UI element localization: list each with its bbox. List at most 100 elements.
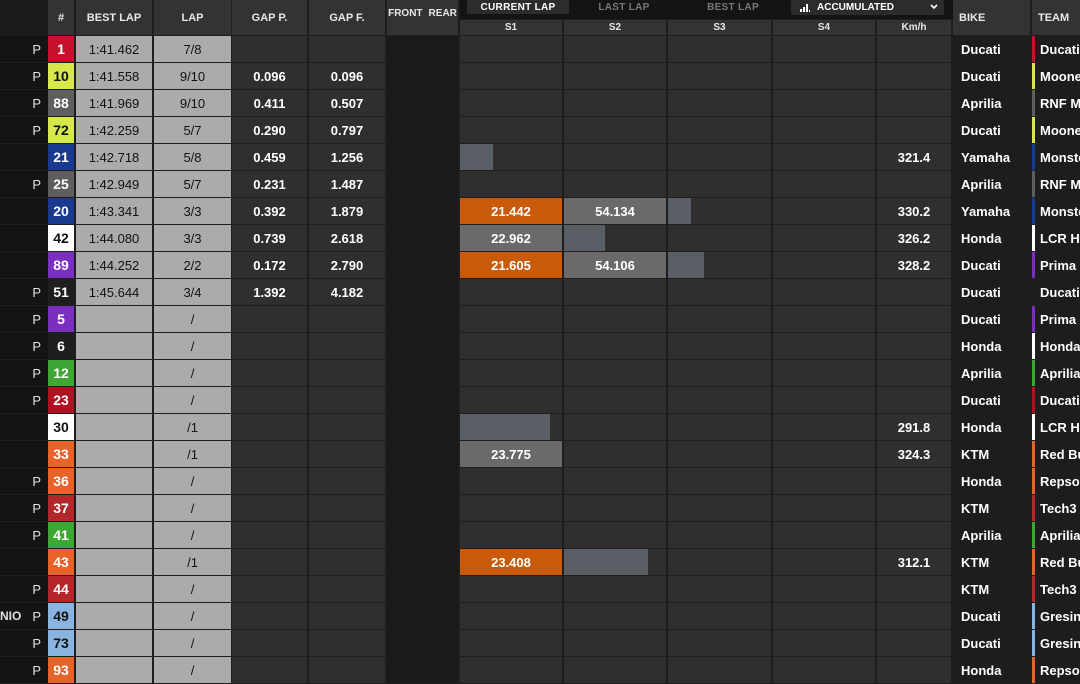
rider-number[interactable]: 72: [48, 117, 74, 143]
rider-number[interactable]: 51: [48, 279, 74, 305]
table-row[interactable]: P 41 / Aprilia Aprilia: [0, 522, 1080, 549]
status-cell: P: [0, 63, 48, 89]
status-cell: P: [0, 279, 48, 305]
table-row[interactable]: P 1 1:41.462 7/8 Ducati Ducati: [0, 36, 1080, 63]
speed-cell: 324.3: [877, 441, 951, 467]
status-cell: [0, 252, 48, 278]
bike-cell: Yamaha: [953, 144, 1030, 170]
table-row[interactable]: P 36 / Honda Repsol: [0, 468, 1080, 495]
sector-s1-cell: [460, 657, 562, 683]
tab-best-lap[interactable]: BEST LAP: [679, 0, 787, 14]
sector-s2-cell: [564, 144, 666, 170]
sector-s4-cell: [773, 225, 875, 251]
rider-number[interactable]: 10: [48, 63, 74, 89]
rider-number[interactable]: 37: [48, 495, 74, 521]
table-row[interactable]: P 73 / Ducati Gresini: [0, 630, 1080, 657]
table-row[interactable]: NIO P 49 / Ducati Gresini: [0, 603, 1080, 630]
rider-number[interactable]: 89: [48, 252, 74, 278]
tyre-cell: [387, 603, 458, 629]
team-name: Prima F: [1040, 257, 1080, 273]
gap-first-cell: 4.182: [309, 279, 385, 305]
rider-number[interactable]: 6: [48, 333, 74, 359]
rider-number[interactable]: 41: [48, 522, 74, 548]
tyre-cell: [387, 522, 458, 548]
team-name: Tech3 (: [1040, 500, 1080, 516]
table-row[interactable]: P101:41.5589/100.0960.096DucatiMooney: [0, 63, 1080, 90]
gap-first-cell: [309, 549, 385, 575]
table-row[interactable]: P 12 / Aprilia Aprilia: [0, 360, 1080, 387]
tab-current-lap[interactable]: CURRENT LAP: [467, 0, 569, 14]
table-row[interactable]: 30/1 291.8Honda LCR Ho: [0, 414, 1080, 441]
table-row[interactable]: 211:42.7185/80.4591.256 321.4Yamaha Monste: [0, 144, 1080, 171]
team-cell: LCR Ho: [1032, 225, 1080, 251]
lap-count-cell: 3/4: [154, 279, 231, 305]
table-row[interactable]: P 44 / KTM Tech3 (: [0, 576, 1080, 603]
table-row[interactable]: P 721:42.2595/70.2900.797 Ducati Mooney: [0, 117, 1080, 144]
gap-previous-cell: [232, 387, 307, 413]
team-cell: Aprilia: [1032, 360, 1080, 386]
tab-last-lap[interactable]: LAST LAP: [573, 0, 675, 14]
rider-number[interactable]: 44: [48, 576, 74, 602]
lap-count-cell: /: [154, 657, 231, 683]
status-cell: NIO P: [0, 603, 48, 629]
rider-number[interactable]: 88: [48, 90, 74, 116]
gap-first-cell: [309, 360, 385, 386]
table-row[interactable]: P 881:41.9699/100.4110.507 Aprilia RNF Mo: [0, 90, 1080, 117]
tyre-cell: [387, 198, 458, 224]
rider-number[interactable]: 5: [48, 306, 74, 332]
rider-number[interactable]: 93: [48, 657, 74, 683]
table-row[interactable]: 43/1 23.408 312.1KTM Red Bu: [0, 549, 1080, 576]
rider-number[interactable]: 36: [48, 468, 74, 494]
rider-number[interactable]: 49: [48, 603, 74, 629]
rider-number[interactable]: 21: [48, 144, 74, 170]
speed-cell: [877, 657, 951, 683]
sector-s2-cell: [564, 549, 666, 575]
table-row[interactable]: P 251:42.9495/70.2311.487 Aprilia RNF Mo: [0, 171, 1080, 198]
team-name: Prima F: [1040, 311, 1080, 327]
gap-previous-cell: 0.096: [232, 63, 307, 89]
sector-s4-cell: [773, 252, 875, 278]
lap-count-cell: 3/3: [154, 225, 231, 251]
gap-previous-cell: [232, 333, 307, 359]
status-cell: P: [0, 495, 48, 521]
sector-s3-cell: [668, 279, 771, 305]
table-row[interactable]: P 93 / Honda Repsol: [0, 657, 1080, 684]
table-row[interactable]: P 6 / Honda Honda: [0, 333, 1080, 360]
table-row[interactable]: 89 1:44.252 2/2 0.172 2.790 21.605 54.106 328.2…: [0, 252, 1080, 279]
table-row[interactable]: 33/1 23.775 324.3KTM Red Bu: [0, 441, 1080, 468]
status-cell: P: [0, 36, 48, 62]
accumulated-select[interactable]: ACCUMULATED: [791, 0, 944, 15]
rider-number[interactable]: 25: [48, 171, 74, 197]
sector-s3-cell: [668, 387, 771, 413]
rider-number[interactable]: 73: [48, 630, 74, 656]
table-row[interactable]: P 51 1:45.644 3/4 1.392 4.182 Ducati Ducati: [0, 279, 1080, 306]
header-best-lap: BEST LAP: [76, 0, 152, 35]
rider-number[interactable]: 12: [48, 360, 74, 386]
table-row[interactable]: 42 1:44.080 3/3 0.739 2.618 22.962 326.2 Honda L…: [0, 225, 1080, 252]
table-row[interactable]: P5 / Ducati Prima F: [0, 306, 1080, 333]
sector-s1-cell: [460, 576, 562, 602]
sector-s2-bar: 54.106: [564, 252, 666, 278]
lap-count-cell: /: [154, 333, 231, 359]
bike-cell: Ducati: [953, 387, 1030, 413]
rider-number[interactable]: 42: [48, 225, 74, 251]
rider-number[interactable]: 1: [48, 36, 74, 62]
bike-cell: Ducati: [953, 306, 1030, 332]
tyre-cell: [387, 576, 458, 602]
bike-cell: Ducati: [953, 36, 1030, 62]
sector-s1-cell: 23.408: [460, 549, 562, 575]
table-row[interactable]: P 37 / KTM Tech3 (: [0, 495, 1080, 522]
tyre-cell: [387, 306, 458, 332]
sector-s2-cell: 54.106: [564, 252, 666, 278]
bike-cell: Yamaha: [953, 198, 1030, 224]
rider-number[interactable]: 30: [48, 414, 74, 440]
bike-cell: Ducati: [953, 117, 1030, 143]
speed-cell: [877, 171, 951, 197]
rider-number[interactable]: 33: [48, 441, 74, 467]
table-row[interactable]: 20 1:43.341 3/3 0.392 1.879 21.442 54.134 330.2…: [0, 198, 1080, 225]
rider-number[interactable]: 20: [48, 198, 74, 224]
table-row[interactable]: P 23 / Ducati Ducati: [0, 387, 1080, 414]
best-lap-cell: [76, 549, 152, 575]
rider-number[interactable]: 23: [48, 387, 74, 413]
rider-number[interactable]: 43: [48, 549, 74, 575]
